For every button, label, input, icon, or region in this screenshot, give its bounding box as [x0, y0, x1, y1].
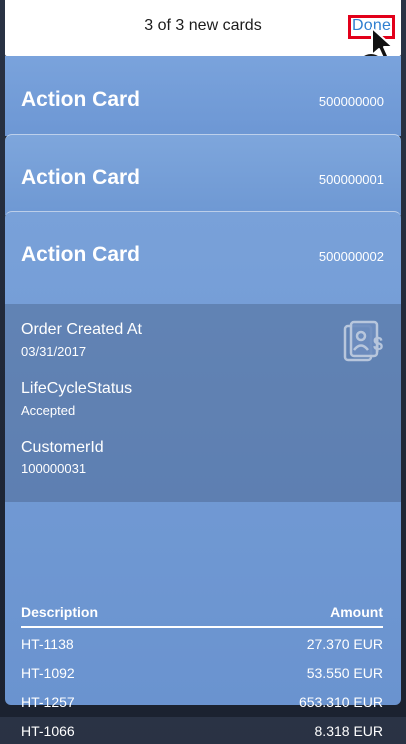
action-card-0[interactable]: Action Card 500000000: [5, 56, 401, 136]
card-title: Action Card: [21, 88, 141, 111]
item-description: HT-1092: [21, 665, 75, 681]
table-row: HT-1066 8.318 EUR: [21, 715, 383, 744]
table-row: HT-1257 653.310 EUR: [21, 686, 383, 715]
table-header: Description Amount: [21, 604, 383, 628]
card-details-section: Order Created At 03/31/2017 LifeCycleSta…: [5, 304, 401, 502]
lifecycle-status-value: Accepted: [21, 403, 76, 418]
card-number: 500000001: [318, 172, 384, 187]
document-dollar-icon: $: [343, 320, 383, 362]
lifecycle-status-label: LifeCycleStatus: [21, 380, 133, 397]
header-title: 3 of 3 new cards: [144, 17, 262, 34]
customer-id-label: CustomerId: [21, 439, 104, 456]
item-amount: 653.310 EUR: [298, 694, 383, 710]
amount-header: Amount: [330, 604, 383, 620]
customer-id-value: 100000031: [21, 461, 87, 476]
item-description: HT-1066: [21, 723, 75, 739]
item-amount: 53.550 EUR: [306, 665, 383, 681]
item-description: HT-1138: [21, 636, 74, 652]
card-number: 500000002: [318, 249, 384, 264]
description-header: Description: [21, 604, 99, 620]
item-amount: 27.370 EUR: [306, 636, 383, 652]
header-bar: 3 of 3 new cards: [5, 0, 401, 56]
card-stack: Action Card 500000000 Action Card 500000…: [5, 56, 401, 739]
order-created-value: 03/31/2017: [21, 344, 87, 359]
action-card-1[interactable]: Action Card 500000001: [5, 134, 401, 215]
line-items-table: Description Amount HT-1138 27.370 EUR HT…: [21, 604, 383, 744]
card-number: 500000000: [318, 94, 384, 109]
table-row: HT-1138 27.370 EUR: [21, 628, 383, 657]
svg-text:$: $: [373, 334, 383, 354]
item-description: HT-1257: [21, 694, 75, 710]
item-amount: 8.318 EUR: [314, 723, 383, 739]
action-card-2[interactable]: Action Card 500000002 Order Created At 0…: [5, 211, 401, 739]
card-title: Action Card: [21, 166, 141, 189]
card-title: Action Card: [21, 243, 141, 266]
order-created-label: Order Created At: [21, 321, 142, 338]
table-row: HT-1092 53.550 EUR: [21, 657, 383, 686]
